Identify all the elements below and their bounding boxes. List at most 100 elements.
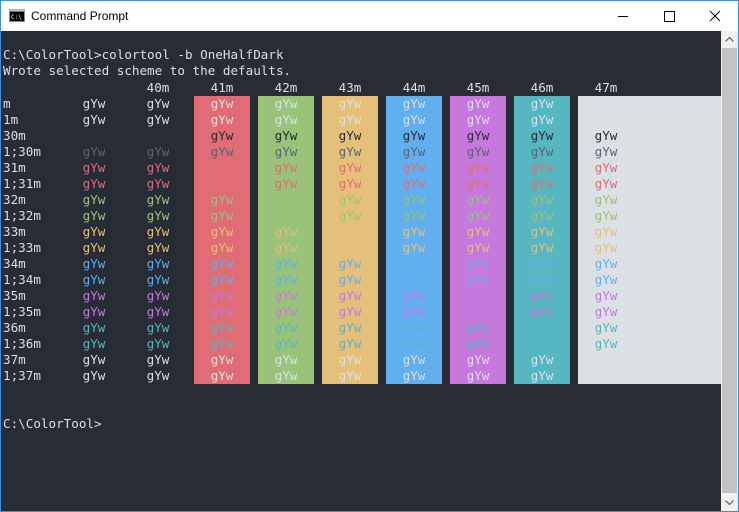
- color-sample: gYw: [402, 320, 426, 335]
- console-area[interactable]: C:\ColorTool>colortool -b OneHalfDark Wr…: [1, 31, 721, 511]
- window-title: Command Prompt: [31, 9, 129, 23]
- color-sample: gYw: [530, 144, 554, 159]
- color-sample: gYw: [466, 144, 490, 159]
- color-sample: gYw: [146, 208, 170, 223]
- color-sample: gYw: [594, 160, 618, 175]
- color-sample: gYw: [146, 176, 170, 191]
- color-sample: gYw: [146, 160, 170, 175]
- color-sample: gYw: [146, 368, 170, 383]
- row-label: 32m: [3, 192, 26, 207]
- close-button[interactable]: [692, 1, 738, 31]
- color-sample: gYw: [210, 320, 234, 335]
- color-sample: gYw: [210, 144, 234, 159]
- row-label: 34m: [3, 256, 26, 271]
- row-label: 1;37m: [3, 368, 41, 383]
- color-sample: gYw: [530, 96, 554, 111]
- color-sample: gYw: [402, 304, 426, 319]
- maximize-button[interactable]: [646, 1, 692, 31]
- color-sample: gYw: [530, 352, 554, 367]
- color-sample: gYw: [594, 176, 618, 191]
- column-header: 40m: [146, 80, 170, 95]
- color-sample: gYw: [594, 272, 618, 287]
- color-sample: gYw: [402, 176, 426, 191]
- color-sample: gYw: [82, 96, 106, 111]
- row-label: 1;36m: [3, 336, 41, 351]
- color-sample: gYw: [274, 272, 298, 287]
- color-sample: gYw: [210, 352, 234, 367]
- color-sample: gYw: [338, 320, 362, 335]
- scroll-thumb[interactable]: [722, 48, 737, 493]
- chevron-up-icon: [725, 36, 734, 42]
- color-sample: gYw: [466, 208, 490, 223]
- command-line: C:\ColorTool>colortool -b OneHalfDark: [3, 47, 284, 62]
- row-label: 1;34m: [3, 272, 41, 287]
- color-sample: gYw: [338, 176, 362, 191]
- maximize-icon: [664, 11, 675, 22]
- color-sample: gYw: [530, 224, 554, 239]
- color-sample: gYw: [146, 272, 170, 287]
- color-sample: gYw: [274, 224, 298, 239]
- color-sample: gYw: [210, 96, 234, 111]
- color-sample: gYw: [274, 112, 298, 127]
- color-sample: gYw: [338, 336, 362, 351]
- color-sample: gYw: [338, 208, 362, 223]
- column-header: 43m: [338, 80, 362, 95]
- color-sample: gYw: [210, 304, 234, 319]
- color-sample: gYw: [274, 288, 298, 303]
- color-sample: gYw: [274, 128, 298, 143]
- column-header: 42m: [274, 80, 298, 95]
- scroll-down-button[interactable]: [721, 494, 738, 511]
- color-sample: gYw: [338, 272, 362, 287]
- color-sample: gYw: [466, 192, 490, 207]
- color-sample: gYw: [402, 128, 426, 143]
- svg-text:C:\: C:\: [11, 14, 22, 21]
- color-sample: gYw: [274, 352, 298, 367]
- color-sample: gYw: [146, 224, 170, 239]
- color-sample: gYw: [274, 240, 298, 255]
- color-sample: gYw: [402, 96, 426, 111]
- color-sample: gYw: [594, 256, 618, 271]
- color-sample: gYw: [82, 208, 106, 223]
- color-sample: gYw: [402, 288, 426, 303]
- row-label: 1;30m: [3, 144, 41, 159]
- color-sample: gYw: [274, 304, 298, 319]
- color-sample: gYw: [146, 240, 170, 255]
- color-sample: gYw: [210, 256, 234, 271]
- color-sample: gYw: [594, 240, 618, 255]
- color-sample: gYw: [594, 288, 618, 303]
- cmd-icon: C:\: [9, 9, 25, 22]
- color-sample: gYw: [146, 112, 170, 127]
- color-sample: gYw: [402, 192, 426, 207]
- color-sample: gYw: [402, 352, 426, 367]
- column-header: 44m: [402, 80, 426, 95]
- title-bar[interactable]: C:\ Command Prompt: [1, 1, 738, 31]
- color-sample: gYw: [210, 368, 234, 383]
- row-label: 30m: [3, 128, 26, 143]
- color-sample: gYw: [530, 304, 554, 319]
- color-sample: gYw: [210, 128, 234, 143]
- color-sample: gYw: [338, 144, 362, 159]
- color-sample: gYw: [402, 160, 426, 175]
- color-sample: gYw: [466, 368, 490, 383]
- vertical-scrollbar[interactable]: [721, 31, 738, 511]
- color-sample: gYw: [466, 224, 490, 239]
- color-sample: gYw: [338, 352, 362, 367]
- color-sample: gYw: [594, 128, 618, 143]
- row-label: 31m: [3, 160, 26, 175]
- color-sample: gYw: [146, 144, 170, 159]
- color-sample: gYw: [82, 160, 106, 175]
- chevron-down-icon: [725, 500, 734, 506]
- minimize-button[interactable]: [600, 1, 646, 31]
- color-sample: gYw: [338, 112, 362, 127]
- color-sample: gYw: [594, 336, 618, 351]
- column-header: 47m: [594, 80, 618, 95]
- row-label: 33m: [3, 224, 26, 239]
- color-sample: gYw: [338, 96, 362, 111]
- scroll-up-button[interactable]: [721, 31, 738, 48]
- color-sample: gYw: [82, 368, 106, 383]
- prompt-line: C:\ColorTool>: [3, 416, 102, 431]
- color-sample: gYw: [338, 288, 362, 303]
- color-sample: gYw: [274, 144, 298, 159]
- color-sample: gYw: [82, 112, 106, 127]
- color-sample: gYw: [274, 368, 298, 383]
